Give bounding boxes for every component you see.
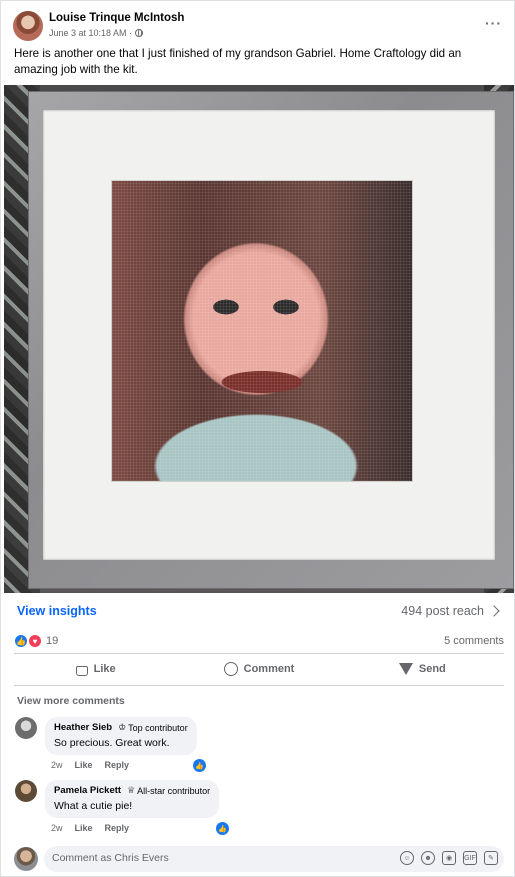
commenter-avatar[interactable] — [15, 717, 37, 739]
comment-button[interactable]: Comment — [177, 654, 340, 684]
commenter-avatar[interactable] — [15, 780, 37, 802]
author-avatar[interactable] — [13, 11, 43, 41]
comment-footer: 2w Like Reply — [51, 760, 129, 770]
thumbs-up-icon — [75, 665, 88, 676]
post-photo[interactable] — [4, 85, 514, 593]
comment-text: What a cutie pie! — [54, 800, 133, 812]
post-menu-button[interactable]: ··· — [485, 15, 502, 31]
trophy-icon: ♕ — [127, 785, 136, 795]
view-more-comments-link[interactable]: View more comments — [17, 695, 125, 707]
comment-button-label: Comment — [243, 663, 295, 675]
send-button[interactable]: Send — [341, 654, 504, 684]
comment-reply-button[interactable]: Reply — [105, 823, 130, 833]
comment-input-placeholder: Comment as Chris Evers — [52, 852, 169, 864]
frame-mat — [43, 110, 495, 560]
post-reach-text: 494 post reach — [401, 604, 484, 618]
avatar-sticker-icon[interactable]: ☺ — [400, 851, 414, 865]
commenter-name[interactable]: Heather Sieb — [54, 722, 112, 733]
comment-reply-button[interactable]: Reply — [105, 760, 130, 770]
like-button-label: Like — [93, 663, 116, 675]
view-insights-link[interactable]: View insights — [17, 604, 97, 618]
contributor-badge: ♕ All-star contributor — [127, 785, 210, 796]
post-text: Here is another one that I just finished… — [14, 47, 462, 76]
post-meta: June 3 at 10:18 AM · — [49, 28, 144, 38]
commenter-name-row: Heather Sieb ♔ Top contributor — [54, 722, 188, 733]
send-button-label: Send — [418, 663, 446, 675]
gif-icon[interactable]: GIF — [463, 851, 477, 865]
send-icon — [398, 663, 413, 675]
like-reaction-icon: 👍 — [14, 634, 28, 648]
love-reaction-icon: ♥ — [28, 634, 42, 648]
emoji-icon[interactable]: ☻ — [421, 851, 435, 865]
like-button[interactable]: Like — [14, 654, 177, 684]
globe-icon — [135, 29, 144, 37]
comment-age[interactable]: 2w — [51, 823, 63, 833]
post-header: Louise Trinque McIntosh June 3 at 10:18 … — [1, 1, 515, 45]
current-user-avatar[interactable] — [14, 847, 38, 871]
reactions-summary[interactable]: 👍 ♥ 19 — [14, 634, 58, 648]
comment-input[interactable]: Comment as Chris Evers ☺ ☻ ◉ GIF ✎ — [44, 846, 504, 872]
comment-item: Heather Sieb ♔ Top contributor So precio… — [15, 717, 505, 773]
comment-item: Pamela Pickett ♕ All-star contributor Wh… — [15, 780, 505, 836]
comment-age[interactable]: 2w — [51, 760, 63, 770]
author-name[interactable]: Louise Trinque McIntosh — [49, 12, 184, 24]
comments-count[interactable]: 5 comments — [444, 635, 504, 647]
comment-composer: Comment as Chris Evers ☺ ☻ ◉ GIF ✎ — [14, 846, 504, 872]
commenter-name[interactable]: Pamela Pickett — [54, 785, 121, 796]
sticker-icon[interactable]: ✎ — [484, 851, 498, 865]
comment-bubble-icon — [223, 662, 238, 676]
comment-like-reaction-icon[interactable]: 👍 — [216, 822, 229, 835]
comment-like-button[interactable]: Like — [75, 823, 93, 833]
post-card: Louise Trinque McIntosh June 3 at 10:18 … — [0, 0, 515, 877]
badge-label: Top contributor — [128, 722, 188, 733]
chevron-right-icon — [488, 605, 500, 617]
commenter-name-row: Pamela Pickett ♕ All-star contributor — [54, 785, 210, 796]
comment-text: So precious. Great work. — [54, 737, 170, 749]
divider — [14, 685, 504, 686]
comment-like-reaction-icon[interactable]: 👍 — [193, 759, 206, 772]
camera-icon[interactable]: ◉ — [442, 851, 456, 865]
contributor-badge: ♔ Top contributor — [118, 722, 188, 733]
comment-bubble: Pamela Pickett ♕ All-star contributor Wh… — [45, 780, 220, 818]
baby-portrait-art — [111, 180, 413, 482]
picture-frame — [28, 91, 514, 589]
comment-like-button[interactable]: Like — [75, 760, 93, 770]
badge-icon: ♔ — [118, 722, 127, 732]
badge-label: All-star contributor — [137, 785, 211, 796]
comment-footer: 2w Like Reply — [51, 823, 129, 833]
composer-tools: ☺ ☻ ◉ GIF ✎ — [400, 851, 498, 865]
comment-bubble: Heather Sieb ♔ Top contributor So precio… — [45, 717, 197, 755]
action-bar: Like Comment Send — [14, 654, 504, 684]
post-time[interactable]: June 3 at 10:18 AM · — [49, 28, 132, 38]
post-reach[interactable]: 494 post reach — [401, 604, 500, 618]
reaction-count: 19 — [46, 635, 59, 647]
